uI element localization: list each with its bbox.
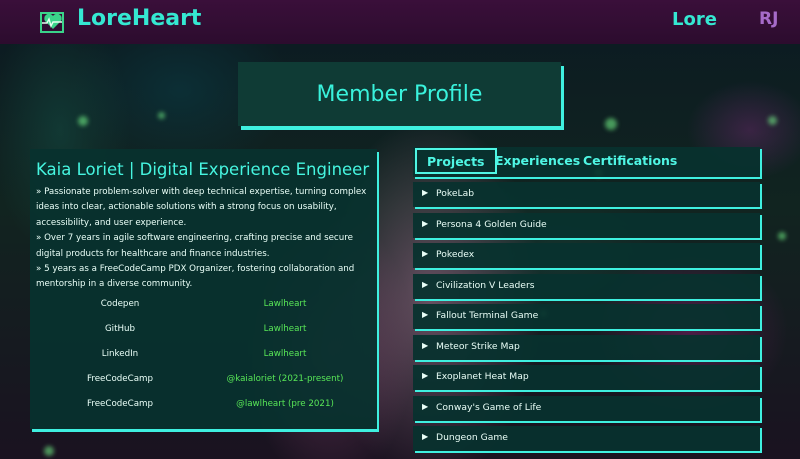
background-bokeh <box>78 116 88 126</box>
project-label: Persona 4 Golden Guide <box>436 218 547 230</box>
link-handle[interactable]: @kaialoriet (2021-present) <box>210 374 360 384</box>
bio-line: » Passionate problem-solver with deep te… <box>36 187 367 228</box>
link-row: Codepen Lawlheart <box>30 295 377 320</box>
project-item[interactable]: ▶ Civilization V Leaders <box>413 273 760 299</box>
project-item[interactable]: ▶ Dungeon Game <box>413 426 760 451</box>
project-label: Dungeon Game <box>436 432 508 443</box>
page-title-box: Member Profile <box>238 62 561 126</box>
background-bokeh <box>605 118 617 130</box>
project-label: PokeLab <box>436 188 475 199</box>
tab-experiences[interactable]: Experiences <box>495 153 580 168</box>
caret-right-icon: ▶ <box>422 218 429 228</box>
social-links: Codepen Lawlheart GitHub Lawlheart Linke… <box>30 295 377 420</box>
tab-certifications[interactable]: Certifications <box>583 153 677 168</box>
project-item[interactable]: ▶ Meteor Strike Map <box>413 334 760 360</box>
project-label: Pokedex <box>436 249 475 260</box>
caret-right-icon: ▶ <box>422 401 429 411</box>
caret-right-icon: ▶ <box>422 371 429 380</box>
link-row: LinkedIn Lawlheart <box>30 345 377 370</box>
project-item[interactable]: ▶ Persona 4 Golden Guide <box>413 212 760 238</box>
link-site-name: LinkedIn <box>101 349 139 359</box>
project-item[interactable]: ▶ Conway's Game of Life <box>413 395 760 421</box>
project-label: Conway's Game of Life <box>436 401 542 413</box>
brand-logo-text[interactable]: LoreHeart <box>77 6 201 31</box>
caret-right-icon: ▶ <box>422 432 429 441</box>
project-item[interactable]: ▶ Pokedex <box>413 243 760 268</box>
link-site-name: GitHub <box>104 324 136 334</box>
link-row: FreeCodeCamp @lawlheart (pre 2021) <box>30 395 377 420</box>
link-row: FreeCodeCamp @kaialoriet (2021-present) <box>30 370 377 395</box>
link-row: GitHub Lawlheart <box>30 320 377 345</box>
bio-line: » Over 7 years in agile software enginee… <box>36 233 353 259</box>
profile-tabs: Projects Experiences Certifications <box>413 147 760 177</box>
link-site-name: Codepen <box>100 299 140 309</box>
link-handle[interactable]: Lawlheart <box>210 324 360 334</box>
project-label: Exoplanet Heat Map <box>436 371 529 382</box>
link-handle[interactable]: Lawlheart <box>210 349 360 359</box>
link-site-name: FreeCodeCamp <box>86 399 154 409</box>
caret-right-icon: ▶ <box>422 279 429 289</box>
project-item[interactable]: ▶ PokeLab <box>413 182 760 207</box>
project-item[interactable]: ▶ Fallout Terminal Game <box>413 304 760 329</box>
profile-card: Kaia Loriet | Digital Experience Enginee… <box>30 149 377 429</box>
project-label: Meteor Strike Map <box>436 340 520 352</box>
brand-part-lore: Lore <box>77 6 132 31</box>
projects-list: ▶ PokeLab ▶ Persona 4 Golden Guide ▶ Pok… <box>413 182 760 457</box>
link-site-name: FreeCodeCamp <box>86 374 154 384</box>
background-bokeh <box>768 116 777 125</box>
top-header: LoreHeart Lore RJ <box>0 0 800 44</box>
background-bokeh <box>44 446 54 456</box>
link-handle[interactable]: Lawlheart <box>210 299 360 309</box>
project-item[interactable]: ▶ Exoplanet Heat Map <box>413 365 760 390</box>
caret-right-icon: ▶ <box>422 188 429 197</box>
user-menu-button[interactable]: RJ <box>759 9 778 29</box>
heart-monitor-logo-icon[interactable] <box>40 10 66 34</box>
link-handle[interactable]: @lawlheart (pre 2021) <box>210 399 360 409</box>
page-title: Member Profile <box>316 81 483 107</box>
caret-right-icon: ▶ <box>422 310 429 319</box>
caret-right-icon: ▶ <box>422 249 429 258</box>
project-label: Fallout Terminal Game <box>436 310 539 321</box>
nav-lore-link[interactable]: Lore <box>672 9 717 30</box>
tab-projects[interactable]: Projects <box>415 148 497 174</box>
project-label: Civilization V Leaders <box>436 279 535 291</box>
caret-right-icon: ▶ <box>422 340 429 350</box>
brand-part-heart: Heart <box>131 6 202 31</box>
profile-bio: » Passionate problem-solver with deep te… <box>36 185 374 293</box>
background-bokeh <box>158 112 165 119</box>
background-bokeh <box>778 232 786 240</box>
bio-line: » 5 years as a FreeCodeCamp PDX Organize… <box>36 264 355 290</box>
profile-name: Kaia Loriet | Digital Experience Enginee… <box>36 160 370 179</box>
